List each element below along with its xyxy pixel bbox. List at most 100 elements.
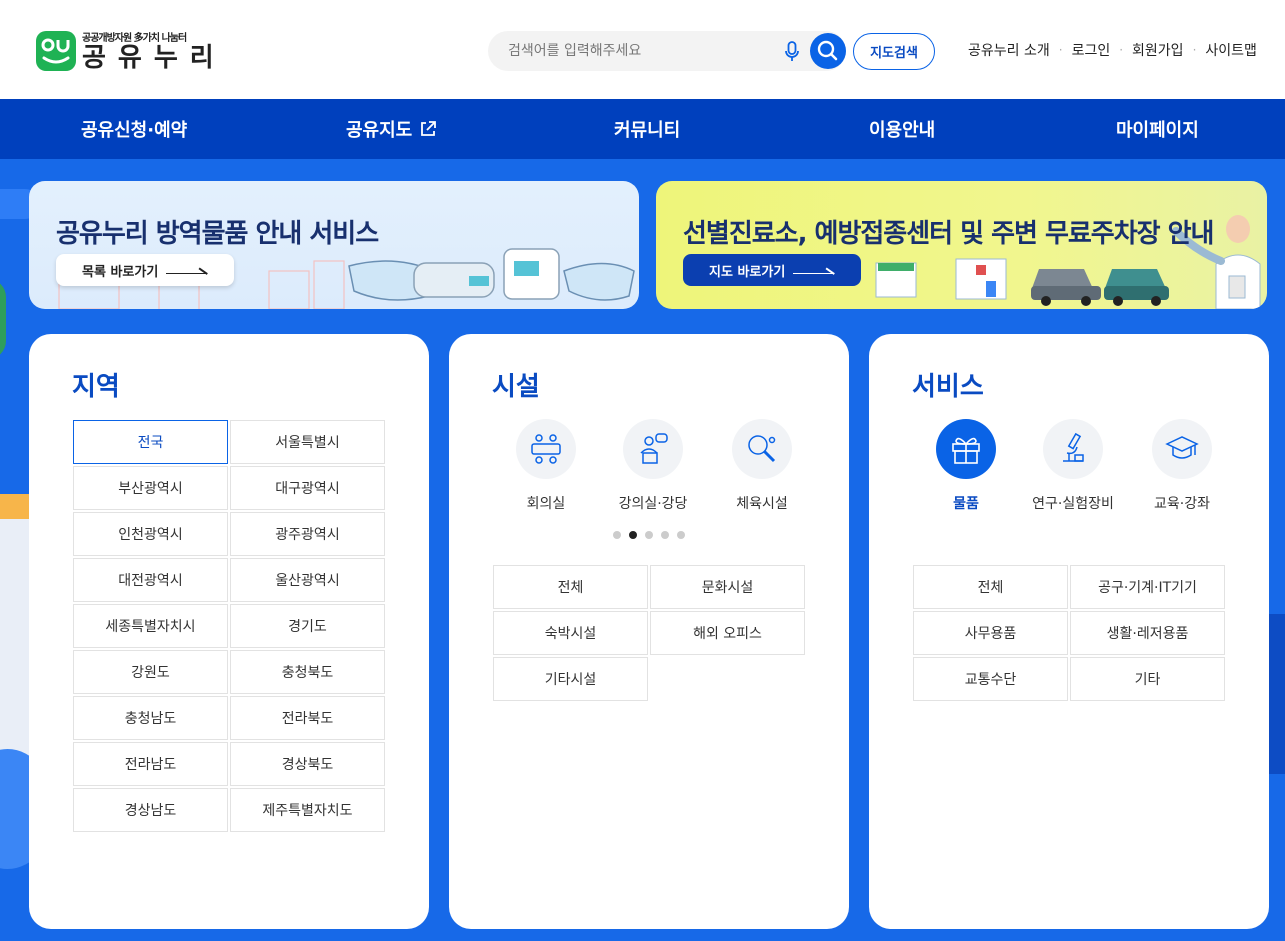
nav-item-apply[interactable]: 공유신청·예약: [81, 99, 187, 159]
service-education[interactable]: 교육·강좌: [1127, 419, 1237, 513]
banner-title: 선별진료소, 예방접종센터 및 주변 무료주차장 안내: [683, 219, 1214, 249]
region-item[interactable]: 서울특별시: [230, 420, 385, 464]
arrow-right-icon: [793, 266, 834, 274]
facility-sports[interactable]: 체육시설: [707, 419, 817, 513]
link-sitemap[interactable]: 사이트맵: [1205, 40, 1257, 60]
service-icon-row: 물품 연구·실험장비 교육·강좌: [913, 419, 1225, 519]
microphone-icon[interactable]: [784, 41, 800, 63]
service-item[interactable]: 기타: [1070, 657, 1225, 701]
service-item[interactable]: 전체: [913, 565, 1068, 609]
region-item[interactable]: 경상북도: [230, 742, 385, 786]
main-navigation: 공유신청·예약 공유지도 커뮤니티 이용안내 마이페이지: [0, 99, 1285, 159]
lecture-hall-icon: [640, 433, 668, 464]
region-item[interactable]: 인천광역시: [73, 512, 228, 556]
icon-label: 교육·강좌: [1154, 496, 1210, 512]
nav-item-map[interactable]: 공유지도: [346, 99, 437, 159]
site-logo[interactable]: 공공개방자원 多가치 나눔터 공유누리: [36, 27, 214, 73]
arrow-right-icon: [166, 266, 207, 274]
external-link-icon: [421, 121, 437, 136]
region-item[interactable]: 충청북도: [230, 650, 385, 694]
region-item[interactable]: 광주광역시: [230, 512, 385, 556]
icon-label: 연구·실험장비: [1032, 496, 1114, 512]
orange-decoration: [0, 494, 30, 519]
region-item[interactable]: 강원도: [73, 650, 228, 694]
ping-pong-icon: [748, 435, 776, 463]
pagination-dot[interactable]: [645, 531, 653, 539]
region-card: 지역 전국 서울특별시 부산광역시 대구광역시 인천광역시 광주광역시 대전광역…: [29, 334, 429, 929]
logo-mark-icon: [36, 29, 76, 71]
facility-item[interactable]: 해외 오피스: [650, 611, 805, 655]
facility-grid: 전체 문화시설 숙박시설 해외 오피스 기타시설: [493, 565, 805, 701]
nav-item-mypage[interactable]: 마이페이지: [1116, 99, 1199, 159]
facility-meeting-room[interactable]: 회의실: [491, 419, 601, 513]
green-decoration: [0, 279, 6, 359]
facility-item[interactable]: 숙박시설: [493, 611, 648, 655]
facility-lecture-hall[interactable]: 강의실·강당: [598, 419, 708, 513]
map-shortcut-button[interactable]: 지도 바로가기: [683, 254, 861, 286]
pagination-dot[interactable]: [661, 531, 669, 539]
graduation-cap-icon: [1165, 436, 1199, 459]
facility-item[interactable]: 문화시설: [650, 565, 805, 609]
service-item[interactable]: 사무용품: [913, 611, 1068, 655]
pagination-dot[interactable]: [613, 531, 621, 539]
gift-icon: [952, 437, 980, 464]
region-title: 지역: [72, 372, 120, 402]
region-item[interactable]: 경상남도: [73, 788, 228, 832]
service-lab-equipment[interactable]: 연구·실험장비: [1018, 419, 1128, 513]
region-item[interactable]: 부산광역시: [73, 466, 228, 510]
region-item[interactable]: 제주특별자치도: [230, 788, 385, 832]
pagination-dot-active[interactable]: [629, 531, 637, 539]
service-grid: 전체 공구·기계·IT기기 사무용품 생활·레저용품 교통수단 기타: [913, 565, 1225, 701]
link-about[interactable]: 공유누리 소개: [968, 40, 1050, 60]
service-item[interactable]: 생활·레저용품: [1070, 611, 1225, 655]
banner-disinfection[interactable]: 공유누리 방역물품 안내 서비스 목록 바로가기: [29, 181, 639, 309]
region-item[interactable]: 대구광역시: [230, 466, 385, 510]
region-item[interactable]: 대전광역시: [73, 558, 228, 602]
icon-label: 체육시설: [736, 496, 788, 512]
facility-card: 시설 회의실 강의실·강당 체육시설 전체 문화시설 숙박시설 해외 오피스 기…: [449, 334, 849, 929]
region-item[interactable]: 세종특별자치시: [73, 604, 228, 648]
region-item[interactable]: 전라남도: [73, 742, 228, 786]
logo-subtitle: 공공개방자원 多가치 나눔터: [82, 32, 187, 44]
region-item[interactable]: 경기도: [230, 604, 385, 648]
logo-title: 공유누리: [82, 42, 226, 73]
link-login[interactable]: 로그인: [1072, 40, 1111, 60]
banner-clinic[interactable]: 선별진료소, 예방접종센터 및 주변 무료주차장 안내 지도 바로가기: [656, 181, 1267, 309]
region-item-all[interactable]: 전국: [73, 420, 228, 464]
nav-item-community[interactable]: 커뮤니티: [614, 99, 680, 159]
facility-item[interactable]: 전체: [493, 565, 648, 609]
map-search-button[interactable]: 지도검색: [853, 33, 935, 70]
facility-title: 시설: [492, 372, 540, 402]
search-input[interactable]: [508, 31, 778, 71]
list-shortcut-button[interactable]: 목록 바로가기: [56, 254, 234, 286]
link-signup[interactable]: 회원가입: [1132, 40, 1184, 60]
service-item[interactable]: 공구·기계·IT기기: [1070, 565, 1225, 609]
service-card: 서비스 물품 연구·실험장비 교육·강좌 전체 공구·기계·IT기기 사무용품 …: [869, 334, 1269, 929]
icon-label: 강의실·강당: [618, 496, 688, 512]
search-box: [488, 31, 846, 71]
panel-decoration: [0, 494, 30, 764]
service-title: 서비스: [912, 372, 984, 402]
region-grid: 전국 서울특별시 부산광역시 대구광역시 인천광역시 광주광역시 대전광역시 울…: [73, 420, 385, 832]
carousel-pagination: [613, 531, 685, 539]
facility-item[interactable]: 기타시설: [493, 657, 648, 701]
icon-label: 물품: [953, 496, 979, 512]
facility-icon-row: 회의실 강의실·강당 체육시설: [493, 419, 805, 519]
utility-links: 공유누리 소개 · 로그인 · 회원가입 · 사이트맵: [968, 40, 1257, 60]
region-item[interactable]: 전라북도: [230, 696, 385, 740]
region-item[interactable]: 울산광역시: [230, 558, 385, 602]
service-goods[interactable]: 물품: [911, 419, 1021, 513]
service-item[interactable]: 교통수단: [913, 657, 1068, 701]
search-icon: [817, 40, 838, 61]
nav-item-guide[interactable]: 이용안내: [869, 99, 935, 159]
banner-title: 공유누리 방역물품 안내 서비스: [56, 219, 379, 249]
region-item[interactable]: 충청남도: [73, 696, 228, 740]
pagination-dot[interactable]: [677, 531, 685, 539]
microscope-icon: [1063, 432, 1084, 462]
search-button[interactable]: [810, 33, 846, 69]
main-content: 공유누리 방역물품 안내 서비스 목록 바로가기 선별진료소, 예방접종센터 및…: [0, 159, 1285, 941]
header: 공공개방자원 多가치 나눔터 공유누리 지도검색 공유누리 소개 · 로그인 ·…: [0, 0, 1285, 99]
right-decoration: [1268, 614, 1285, 774]
icon-label: 회의실: [526, 496, 566, 512]
meeting-room-icon: [531, 434, 561, 464]
